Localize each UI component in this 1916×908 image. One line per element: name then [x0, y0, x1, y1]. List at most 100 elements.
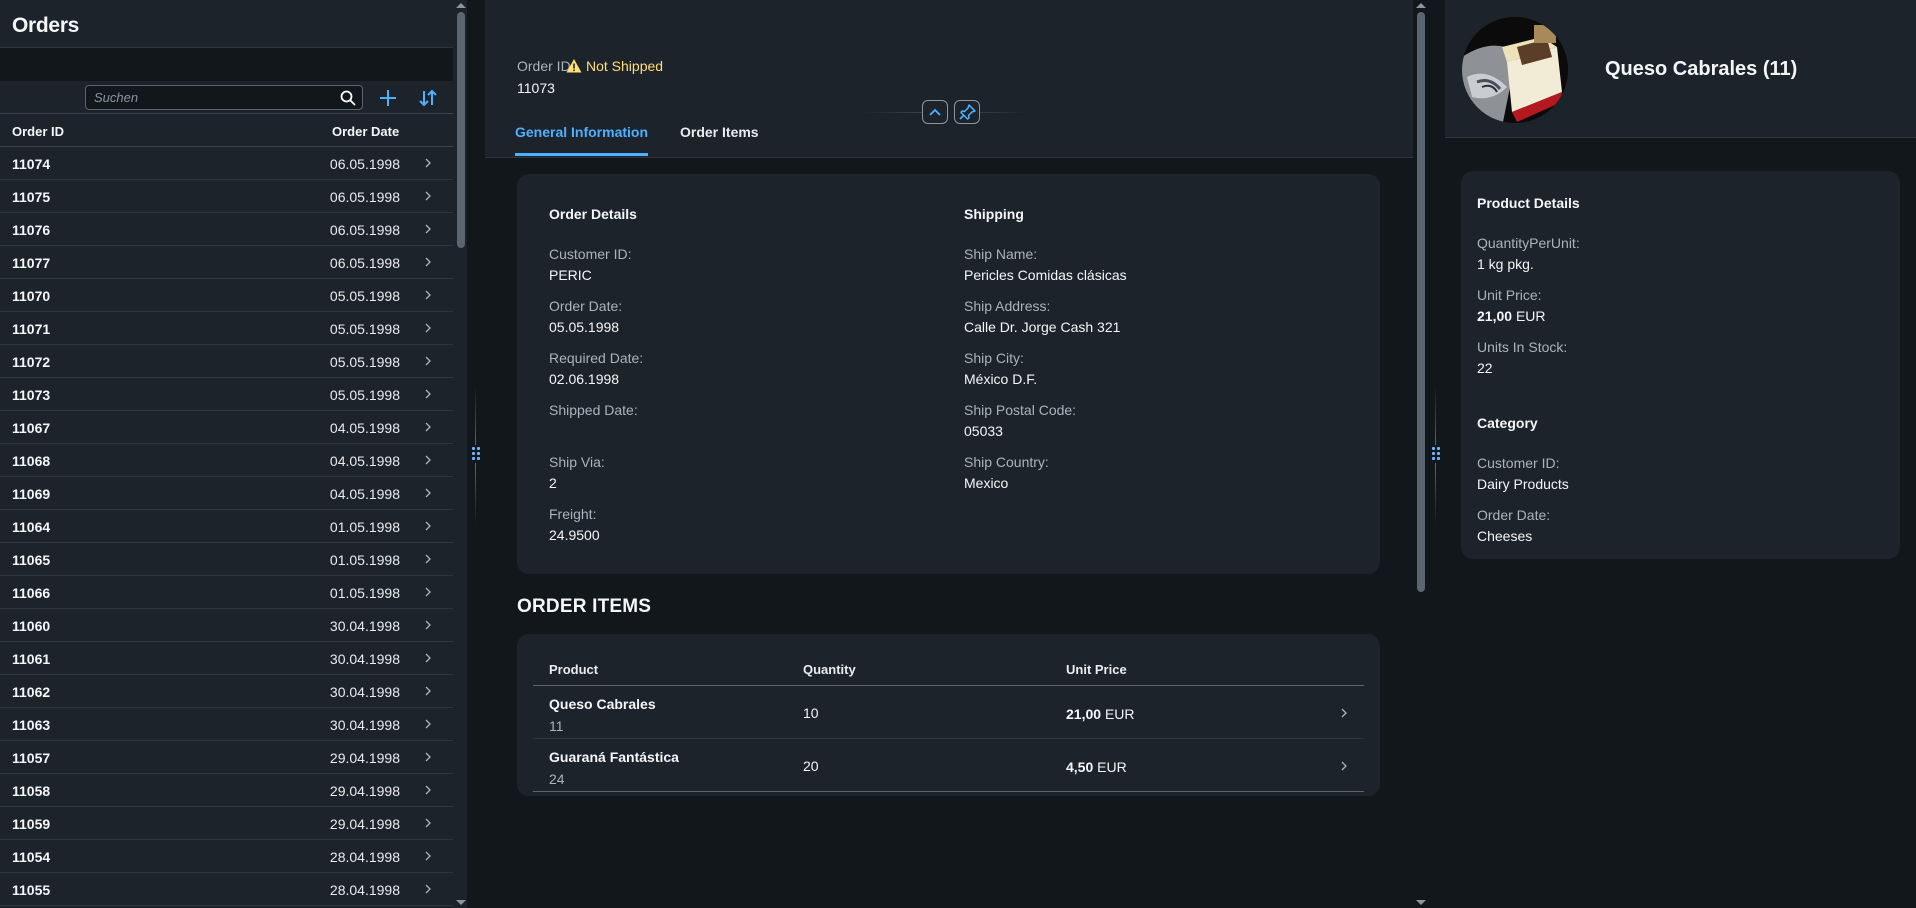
- table-row[interactable]: Queso Cabrales 11 10 21,00 EUR: [533, 687, 1364, 739]
- column-resize-handle[interactable]: [467, 0, 485, 908]
- item-price-currency: EUR: [1097, 759, 1127, 775]
- scroll-down-icon[interactable]: [1416, 900, 1426, 905]
- field-label: Freight:: [549, 506, 597, 522]
- field-value: Mexico: [964, 475, 1009, 491]
- table-row[interactable]: 11055 28.04.1998: [0, 873, 467, 906]
- resize-grip-icon[interactable]: [471, 445, 481, 463]
- orders-table-header: Order ID Order Date: [0, 114, 467, 147]
- table-row[interactable]: 11074 06.05.1998: [0, 147, 467, 180]
- table-row[interactable]: 11059 29.04.1998: [0, 807, 467, 840]
- search-input[interactable]: Suchen: [85, 85, 363, 110]
- order-details-title: Order Details: [549, 206, 637, 222]
- table-row[interactable]: 11066 01.05.1998: [0, 576, 467, 609]
- product-details-title: Product Details: [1477, 195, 1580, 211]
- row-order-id: 11067: [12, 420, 51, 436]
- customer-id-field: Customer ID: PERIC: [549, 246, 631, 283]
- chevron-right-icon: [425, 323, 431, 333]
- ship-city-field: Ship City: México D.F.: [964, 350, 1037, 387]
- row-order-id: 11061: [12, 651, 51, 667]
- field-unit: EUR: [1515, 308, 1546, 324]
- scrollbar-thumb[interactable]: [457, 12, 465, 248]
- table-row[interactable]: 11065 01.05.1998: [0, 543, 467, 576]
- table-row[interactable]: 11063 30.04.1998: [0, 708, 467, 741]
- column-order-date[interactable]: Order Date: [332, 124, 399, 139]
- chevron-right-icon: [425, 719, 431, 729]
- category-title: Category: [1477, 415, 1538, 431]
- chevron-right-icon: [1341, 708, 1347, 718]
- header-divider-left: [863, 112, 923, 113]
- table-row[interactable]: 11075 06.05.1998: [0, 180, 467, 213]
- item-price-value: 21,00: [1066, 706, 1102, 722]
- chevron-right-icon: [425, 884, 431, 894]
- unit-price-field: Unit Price: 21,00 EUR: [1477, 287, 1546, 324]
- table-row[interactable]: 11062 30.04.1998: [0, 675, 467, 708]
- chevron-right-icon: [425, 455, 431, 465]
- field-value: 24.9500: [549, 527, 600, 543]
- row-order-id: 11060: [12, 618, 51, 634]
- table-row[interactable]: 11077 06.05.1998: [0, 246, 467, 279]
- chevron-right-icon: [425, 686, 431, 696]
- row-order-id: 11068: [12, 453, 51, 469]
- search-placeholder: Suchen: [94, 90, 139, 105]
- master-subheader-bar: [0, 48, 467, 81]
- table-row[interactable]: 11058 29.04.1998: [0, 774, 467, 807]
- column-order-id[interactable]: Order ID: [12, 124, 64, 139]
- table-row[interactable]: 11067 04.05.1998: [0, 411, 467, 444]
- detail-scrollbar[interactable]: [1413, 0, 1427, 908]
- field-value: Dairy Products: [1477, 476, 1569, 492]
- chevron-right-icon: [425, 422, 431, 432]
- collapse-header-button[interactable]: [922, 100, 948, 124]
- product-title: Queso Cabrales (11): [1605, 58, 1798, 80]
- resize-grip-icon[interactable]: [1431, 445, 1441, 463]
- required-date-field: Required Date: 02.06.1998: [549, 350, 643, 387]
- ship-postal-code-field: Ship Postal Code: 05033: [964, 402, 1076, 439]
- column-resize-handle[interactable]: [1427, 0, 1445, 908]
- pin-header-button[interactable]: [954, 100, 980, 124]
- table-row[interactable]: 11069 04.05.1998: [0, 477, 467, 510]
- scroll-up-icon[interactable]: [456, 3, 466, 8]
- order-id-value: 11073: [517, 80, 555, 96]
- table-row[interactable]: 11073 05.05.1998: [0, 378, 467, 411]
- table-row[interactable]: 11071 05.05.1998: [0, 312, 467, 345]
- orders-scrollbar[interactable]: [453, 0, 467, 908]
- master-toolbar: Suchen: [0, 81, 467, 114]
- table-row[interactable]: 11072 05.05.1998: [0, 345, 467, 378]
- pin-icon: [959, 104, 976, 120]
- order-items-section-title: ORDER ITEMS: [517, 596, 652, 617]
- row-order-date: 04.05.1998: [329, 486, 400, 502]
- scrollbar-thumb[interactable]: [1417, 12, 1425, 592]
- item-product-name: Queso Cabrales: [549, 696, 656, 712]
- sort-icon[interactable]: [417, 87, 439, 109]
- row-order-id: 11076: [12, 222, 51, 238]
- item-unit-price: 21,00 EUR: [1066, 706, 1135, 722]
- field-label: QuantityPerUnit:: [1477, 235, 1580, 251]
- scroll-up-icon[interactable]: [1416, 3, 1426, 8]
- chevron-right-icon: [425, 554, 431, 564]
- table-row[interactable]: 11064 01.05.1998: [0, 510, 467, 543]
- tab-general-information[interactable]: General Information: [515, 124, 649, 156]
- table-row[interactable]: 11061 30.04.1998: [0, 642, 467, 675]
- chevron-right-icon: [425, 851, 431, 861]
- chevron-right-icon: [425, 785, 431, 795]
- row-order-id: 11058: [12, 783, 51, 799]
- row-order-id: 11054: [12, 849, 51, 865]
- row-order-id: 11059: [12, 816, 51, 832]
- table-row[interactable]: 11057 29.04.1998: [0, 741, 467, 774]
- item-unit-price: 4,50 EUR: [1066, 759, 1127, 775]
- table-row[interactable]: 11054 28.04.1998: [0, 840, 467, 873]
- ship-country-field: Ship Country: Mexico: [964, 454, 1049, 491]
- orders-master-panel: Orders Suchen Order ID Order Date 11074 0…: [0, 0, 467, 908]
- table-row[interactable]: 11070 05.05.1998: [0, 279, 467, 312]
- table-row[interactable]: 11076 06.05.1998: [0, 213, 467, 246]
- order-items-table-header: Product Quantity Unit Price: [533, 646, 1364, 686]
- table-row[interactable]: 11060 30.04.1998: [0, 609, 467, 642]
- add-icon[interactable]: [377, 87, 399, 109]
- table-row[interactable]: Guaraná Fantástica 24 20 4,50 EUR: [533, 740, 1364, 792]
- chevron-right-icon: [425, 818, 431, 828]
- tab-order-items[interactable]: Order Items: [680, 124, 759, 156]
- scroll-down-icon[interactable]: [456, 900, 466, 905]
- item-product-id: 11: [549, 718, 564, 734]
- search-icon[interactable]: [340, 90, 356, 106]
- field-value: PERIC: [549, 267, 592, 283]
- table-row[interactable]: 11068 04.05.1998: [0, 444, 467, 477]
